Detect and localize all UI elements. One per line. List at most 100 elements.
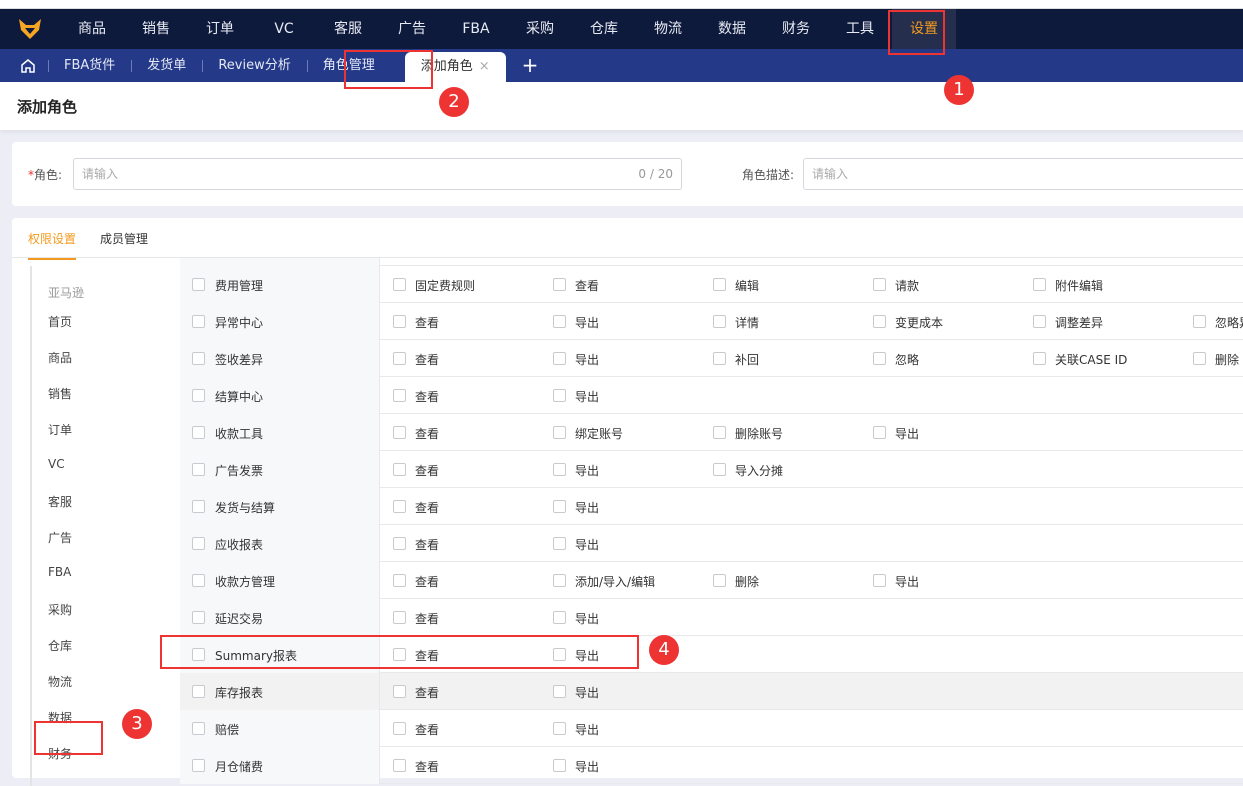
nav-item-6[interactable]: FBA — [444, 9, 508, 49]
nav-item-10[interactable]: 数据 — [700, 9, 764, 49]
sidebar-item[interactable]: 订单 — [48, 421, 72, 438]
annotation-marker-3: 3 — [122, 709, 152, 739]
module-checkbox[interactable] — [192, 759, 205, 772]
module-checkbox[interactable] — [192, 685, 205, 698]
sidebar-item[interactable]: VC — [48, 457, 65, 471]
logo-icon[interactable] — [0, 18, 60, 40]
permission-checkbox[interactable] — [553, 537, 566, 550]
tab-fba-shipment[interactable]: FBA货件 — [48, 49, 131, 82]
permission-checkbox[interactable] — [1033, 315, 1046, 328]
permission-checkbox[interactable] — [1193, 315, 1206, 328]
permission-checkbox[interactable] — [873, 426, 886, 439]
permission-label: 查看 — [415, 612, 440, 626]
sidebar-item[interactable]: 首页 — [48, 313, 72, 330]
module-checkbox[interactable] — [192, 537, 205, 550]
sidebar-item[interactable]: FBA — [48, 565, 71, 579]
add-tab-button[interactable]: + — [506, 49, 555, 82]
permission-checkbox[interactable] — [553, 500, 566, 513]
permission-checkbox[interactable] — [393, 685, 406, 698]
permission-checkbox[interactable] — [553, 426, 566, 439]
tab-permission-settings[interactable]: 权限设置 — [28, 230, 77, 260]
nav-item-5[interactable]: 广告 — [380, 9, 444, 49]
permission-checkbox[interactable] — [713, 574, 726, 587]
tab-member-management[interactable]: 成员管理 — [100, 230, 148, 247]
permission-checkbox[interactable] — [393, 463, 406, 476]
nav-item-4[interactable]: 客服 — [316, 9, 380, 49]
module-checkbox[interactable] — [192, 463, 205, 476]
permission-checkbox[interactable] — [553, 463, 566, 476]
module-checkbox[interactable] — [192, 574, 205, 587]
permission-checkbox[interactable] — [873, 315, 886, 328]
permission-checkbox[interactable] — [393, 500, 406, 513]
module-checkbox[interactable] — [192, 352, 205, 365]
permission-checkbox[interactable] — [393, 389, 406, 402]
permission-checkbox[interactable] — [393, 611, 406, 624]
permission-checkbox[interactable] — [713, 463, 726, 476]
permission-checkbox[interactable] — [393, 722, 406, 735]
permission-checkbox[interactable] — [1193, 352, 1206, 365]
permission-checkbox[interactable] — [873, 352, 886, 365]
sidebar-item[interactable]: 销售 — [48, 385, 72, 402]
nav-item-1[interactable]: 销售 — [124, 9, 188, 49]
sidebar-item[interactable]: 物流 — [48, 673, 72, 690]
module-checkbox[interactable] — [192, 278, 205, 291]
tab-invoice[interactable]: 发货单 — [131, 49, 202, 82]
permission-checkbox[interactable] — [393, 315, 406, 328]
permission-checkbox[interactable] — [713, 352, 726, 365]
annotation-marker-2: 2 — [439, 87, 469, 117]
permission-checkbox[interactable] — [553, 759, 566, 772]
module-checkbox[interactable] — [192, 500, 205, 513]
permission-checkbox[interactable] — [713, 278, 726, 291]
table-row: 签收差异 查看 导出 补回 忽略 关联CASE ID 删除 — [180, 340, 1243, 377]
permission-checkbox[interactable] — [393, 574, 406, 587]
permission-label: 导出 — [575, 316, 600, 330]
tab-review-analysis[interactable]: Review分析 — [202, 49, 306, 82]
role-input[interactable]: 请输入 0 / 20 — [73, 158, 682, 190]
nav-item-7[interactable]: 采购 — [508, 9, 572, 49]
table-row: 库存报表 查看 导出 — [180, 673, 1243, 710]
permission-checkbox[interactable] — [553, 315, 566, 328]
nav-item-0[interactable]: 商品 — [60, 9, 124, 49]
module-name: 费用管理 — [215, 279, 264, 293]
permission-checkbox[interactable] — [713, 315, 726, 328]
nav-item-9[interactable]: 物流 — [636, 9, 700, 49]
role-description-input[interactable]: 请输入 — [803, 158, 1243, 190]
permission-checkbox[interactable] — [553, 685, 566, 698]
permission-checkbox[interactable] — [553, 278, 566, 291]
sidebar-item[interactable]: 广告 — [48, 529, 72, 546]
permission-checkbox[interactable] — [553, 574, 566, 587]
nav-item-8[interactable]: 仓库 — [572, 9, 636, 49]
module-checkbox[interactable] — [192, 611, 205, 624]
permission-checkbox[interactable] — [393, 759, 406, 772]
permission-checkbox[interactable] — [553, 722, 566, 735]
sidebar-item[interactable]: 客服 — [48, 493, 72, 510]
module-checkbox[interactable] — [192, 426, 205, 439]
nav-item-3[interactable]: VC — [252, 9, 316, 49]
module-checkbox[interactable] — [192, 315, 205, 328]
permission-checkbox[interactable] — [1033, 278, 1046, 291]
permission-label: 导入分摊 — [735, 464, 784, 478]
nav-item-12[interactable]: 工具 — [828, 9, 892, 49]
permission-checkbox[interactable] — [393, 278, 406, 291]
permission-checkbox[interactable] — [393, 352, 406, 365]
permission-checkbox[interactable] — [553, 611, 566, 624]
permission-checkbox[interactable] — [873, 278, 886, 291]
home-icon[interactable] — [0, 49, 48, 82]
module-checkbox[interactable] — [192, 722, 205, 735]
nav-item-2[interactable]: 订单 — [188, 9, 252, 49]
permission-checkbox[interactable] — [713, 426, 726, 439]
sidebar-item[interactable]: 仓库 — [48, 637, 72, 654]
permission-label: 查看 — [415, 760, 440, 774]
permission-checkbox[interactable] — [393, 426, 406, 439]
permission-checkbox[interactable] — [393, 537, 406, 550]
permission-checkbox[interactable] — [553, 389, 566, 402]
permission-checkbox[interactable] — [873, 574, 886, 587]
sidebar-item[interactable]: 商品 — [48, 349, 72, 366]
permission-checkbox[interactable] — [553, 352, 566, 365]
permission-checkbox[interactable] — [1033, 352, 1046, 365]
nav-item-11[interactable]: 财务 — [764, 9, 828, 49]
close-icon[interactable]: × — [479, 59, 490, 74]
permission-label: 导出 — [575, 760, 600, 774]
sidebar-item[interactable]: 采购 — [48, 601, 72, 618]
module-checkbox[interactable] — [192, 389, 205, 402]
